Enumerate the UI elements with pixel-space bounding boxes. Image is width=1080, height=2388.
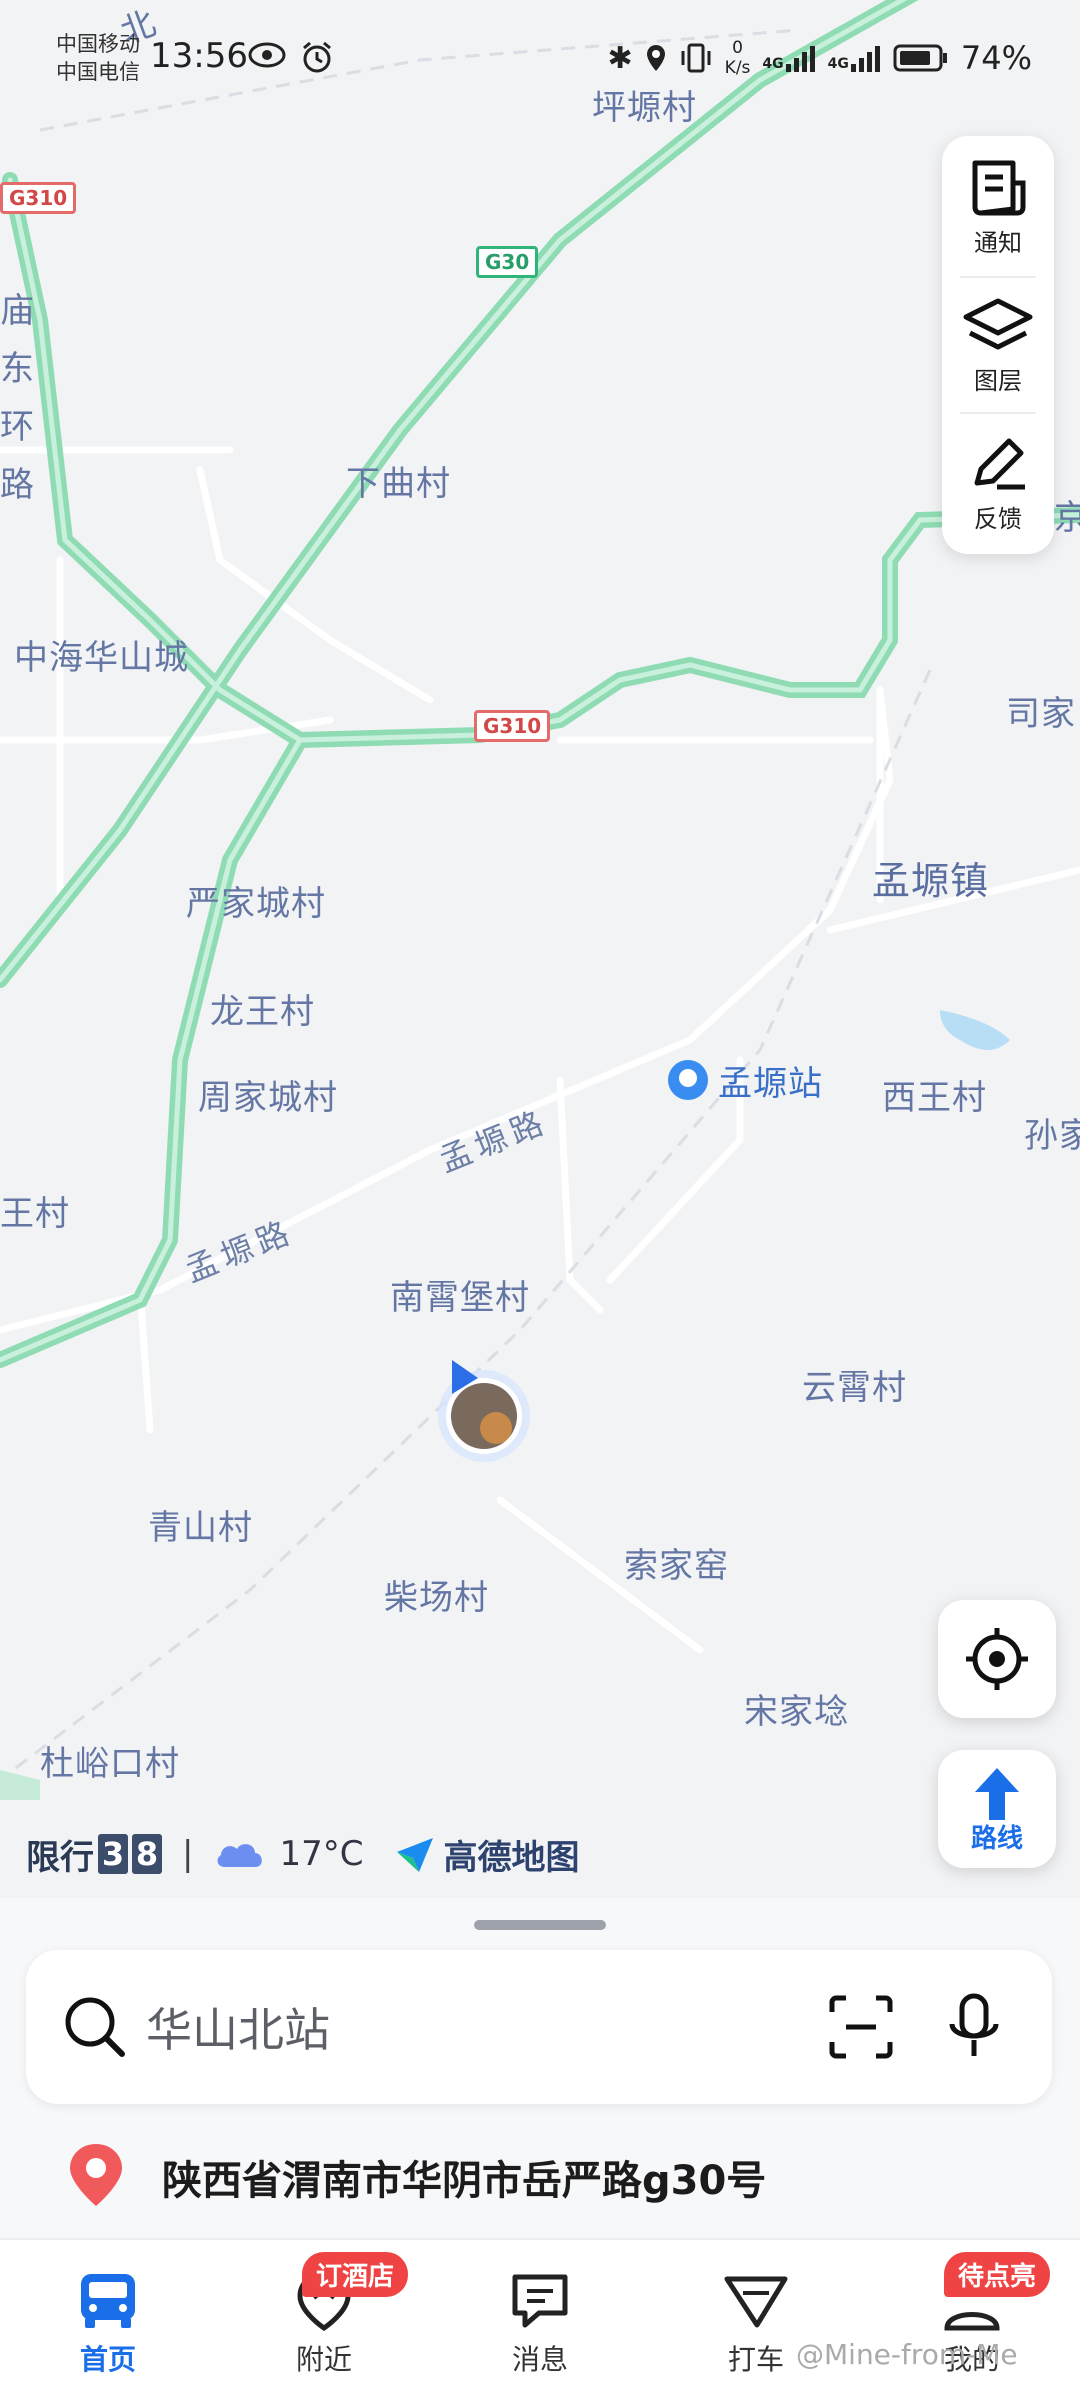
place-label[interactable]: 青山村: [148, 1500, 253, 1549]
search-box[interactable]: 华山北站: [26, 1950, 1052, 2104]
carrier-info: 中国移动 中国电信: [56, 30, 140, 86]
current-address[interactable]: 陕西省渭南市华阴市岳严路g30号: [162, 2148, 766, 2206]
layers-button[interactable]: 图层: [942, 278, 1054, 412]
locate-icon: [966, 1628, 1028, 1690]
separator: |: [182, 1834, 194, 1874]
info-strip: 限行 3 8 | 17°C 高德地图: [26, 1826, 579, 1882]
place-label[interactable]: 南霄堡村: [390, 1270, 530, 1319]
battery-percent: 74%: [960, 39, 1032, 77]
route-button[interactable]: 路线: [938, 1750, 1056, 1868]
map-tools-panel: 通知 图层 反馈: [942, 136, 1054, 554]
carrier-1: 中国移动: [56, 32, 140, 56]
town-label[interactable]: 孟塬镇: [872, 850, 989, 905]
screen: 坪塬村 下曲村 中海华山城 严家城村 龙王村 周家城村 王村 孟塬镇 西王村 孙…: [0, 0, 1080, 2388]
route-arrow-icon: [975, 1767, 1019, 1820]
restriction-digit: 8: [132, 1834, 162, 1874]
restriction-digit: 3: [98, 1834, 128, 1874]
status-left-icons: [248, 40, 334, 74]
highway-shield: G310: [474, 710, 551, 742]
highway-shield: G30: [476, 246, 539, 278]
place-label[interactable]: 严家城村: [186, 876, 326, 925]
notice-button[interactable]: 通知: [942, 140, 1054, 274]
alarm-icon: [303, 41, 331, 73]
place-label[interactable]: 龙王村: [210, 984, 315, 1033]
restriction-label[interactable]: 限行: [26, 1830, 94, 1879]
bluetooth-icon: ✱: [607, 40, 633, 76]
status-bar: 中国移动 中国电信 13:56 ✱ 0 K/s 4G 4G 74%: [0, 20, 1080, 100]
location-icon: [646, 45, 665, 71]
locate-button[interactable]: [938, 1600, 1056, 1718]
battery-icon: [893, 44, 947, 72]
drag-handle[interactable]: [474, 1920, 606, 1930]
search-icon: [65, 1997, 125, 2057]
notice-label: 通知: [974, 228, 1022, 257]
layers-label: 图层: [974, 366, 1022, 395]
feedback-label: 反馈: [974, 504, 1022, 533]
signal-1-type: 4G: [762, 56, 784, 72]
watermark: @Mine-from-Me: [796, 2338, 1018, 2371]
network-speed-value: 0: [732, 38, 743, 58]
nav-nearby[interactable]: 附近 订酒店: [216, 2240, 432, 2388]
signal-1-icon: 4G: [762, 44, 815, 72]
place-label[interactable]: 中海华山城: [14, 630, 189, 679]
place-label[interactable]: 下曲村: [346, 456, 451, 505]
place-label[interactable]: 索家窑: [624, 1538, 729, 1587]
layers-icon: [963, 298, 1033, 349]
place-label[interactable]: 周家城村: [198, 1070, 338, 1119]
hotel-badge[interactable]: 订酒店: [302, 2252, 409, 2297]
notice-icon: [972, 160, 1026, 215]
carrier-2: 中国电信: [56, 60, 140, 84]
eye-icon: [248, 42, 286, 68]
current-address-row[interactable]: 陕西省渭南市华阴市岳严路g30号: [0, 2130, 1080, 2218]
cloud-icon: [217, 1844, 263, 1867]
road-name-vertical[interactable]: 庙东环路: [0, 282, 60, 514]
microphone-icon[interactable]: [946, 1992, 1002, 2062]
light-up-badge[interactable]: 待点亮: [944, 2252, 1051, 2297]
divider: [960, 412, 1036, 414]
nav-label: 首页: [79, 2343, 136, 2376]
signal-2-type: 4G: [827, 56, 849, 72]
highway-shield: G310: [0, 182, 77, 214]
place-label[interactable]: 宋家埝: [744, 1684, 849, 1733]
taxi-icon: [724, 2276, 788, 2328]
place-label[interactable]: 京: [1054, 490, 1080, 539]
brand-name: 高德地图: [443, 1837, 580, 1878]
search-input[interactable]: 华山北站: [146, 1994, 330, 2060]
station-label[interactable]: 孟塬站: [718, 1056, 823, 1105]
edit-icon: [974, 438, 1025, 489]
vibrate-icon: [681, 43, 711, 73]
message-icon: [512, 2274, 568, 2328]
place-label[interactable]: 柴场村: [384, 1570, 489, 1619]
feedback-button[interactable]: 反馈: [942, 416, 1054, 550]
status-time: 13:56: [150, 36, 248, 76]
network-speed-unit: K/s: [724, 58, 751, 78]
place-label[interactable]: 王村: [0, 1186, 70, 1235]
place-label[interactable]: 杜峪口村: [40, 1736, 180, 1785]
nav-label: 附近: [295, 2343, 352, 2376]
status-right-icons: ✱ 0 K/s 4G 4G 74%: [608, 38, 1032, 78]
network-speed: 0 K/s: [725, 38, 751, 78]
nav-home[interactable]: 首页: [0, 2240, 216, 2388]
place-label[interactable]: 云霄村: [802, 1360, 907, 1409]
amap-logo-icon: [397, 1838, 434, 1872]
station-icon: [668, 1060, 708, 1100]
place-label[interactable]: 司家: [1006, 686, 1076, 735]
nav-label: 消息: [511, 2343, 568, 2376]
scan-icon[interactable]: [828, 1994, 894, 2060]
temperature[interactable]: 17°C: [279, 1834, 363, 1874]
place-label[interactable]: 孙家: [1024, 1108, 1080, 1157]
nav-label: 打车: [727, 2343, 784, 2376]
route-label: 路线: [970, 1823, 1023, 1854]
location-pin-icon: [70, 2144, 122, 2206]
place-label[interactable]: 西王村: [882, 1070, 987, 1119]
signal-2-icon: 4G: [828, 44, 881, 72]
bus-icon: [81, 2274, 135, 2328]
nav-messages[interactable]: 消息: [432, 2240, 648, 2388]
